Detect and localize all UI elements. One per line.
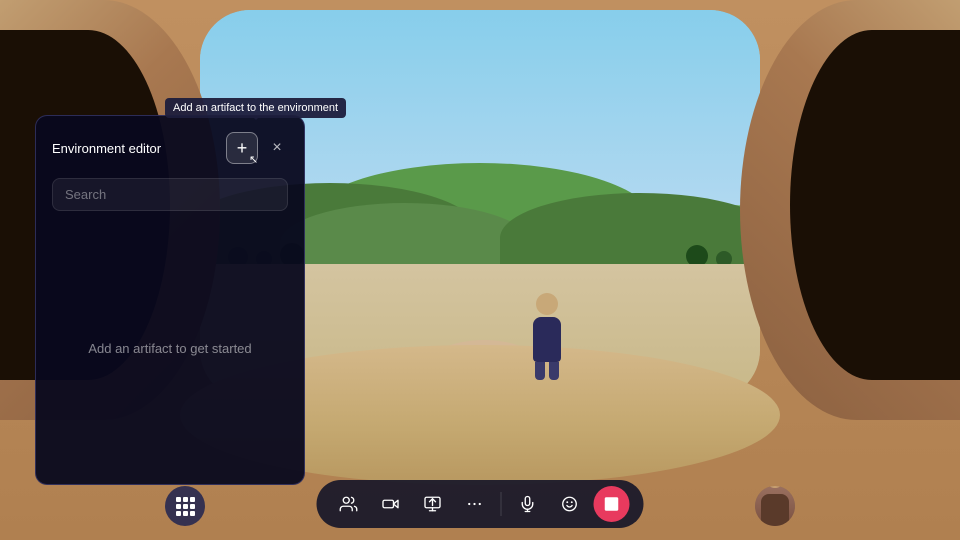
add-artifact-tooltip: Add an artifact to the environment [165,98,346,118]
more-icon [466,495,484,513]
close-panel-button[interactable]: × [266,137,288,159]
grid-menu-button[interactable] [165,486,205,526]
avatar-leg-right [549,362,559,380]
video-button[interactable] [373,486,409,522]
grid-icon [176,497,195,516]
mic-icon [519,495,537,513]
avatar-head [536,293,558,315]
people-button[interactable] [331,486,367,522]
bottom-toolbar [317,480,644,528]
panel-title: Environment editor [52,141,161,156]
user-avatar-button[interactable] [755,486,795,526]
add-artifact-button[interactable]: + ↖ [226,132,258,164]
avatar-leg-left [535,362,545,380]
environment-editor-panel: Environment editor + ↖ × Add an artifact… [35,115,305,485]
empty-state-message: Add an artifact to get started [52,223,288,473]
screen-share-button[interactable] [415,486,451,522]
more-button[interactable] [457,486,493,522]
people-icon [340,495,358,513]
toolbar-separator [501,492,502,516]
mic-button[interactable] [510,486,546,522]
video-icon [382,495,400,513]
emoji-button[interactable] [552,486,588,522]
avatar-head-small [766,486,784,488]
arch-right-inner [790,30,960,380]
share-icon [603,495,621,513]
avatar-figure [533,293,561,380]
avatar-legs [533,362,561,380]
search-input[interactable] [52,178,288,211]
arch-right [740,0,960,420]
avatar-body-small [761,494,789,526]
share-button[interactable] [594,486,630,522]
screen-share-icon [424,495,442,513]
emoji-icon [561,495,579,513]
cursor-icon: ↖ [249,153,263,167]
avatar-background [755,486,795,526]
panel-header: Environment editor + ↖ × [52,132,288,164]
panel-actions: + ↖ × [226,132,288,164]
avatar-body [533,317,561,362]
